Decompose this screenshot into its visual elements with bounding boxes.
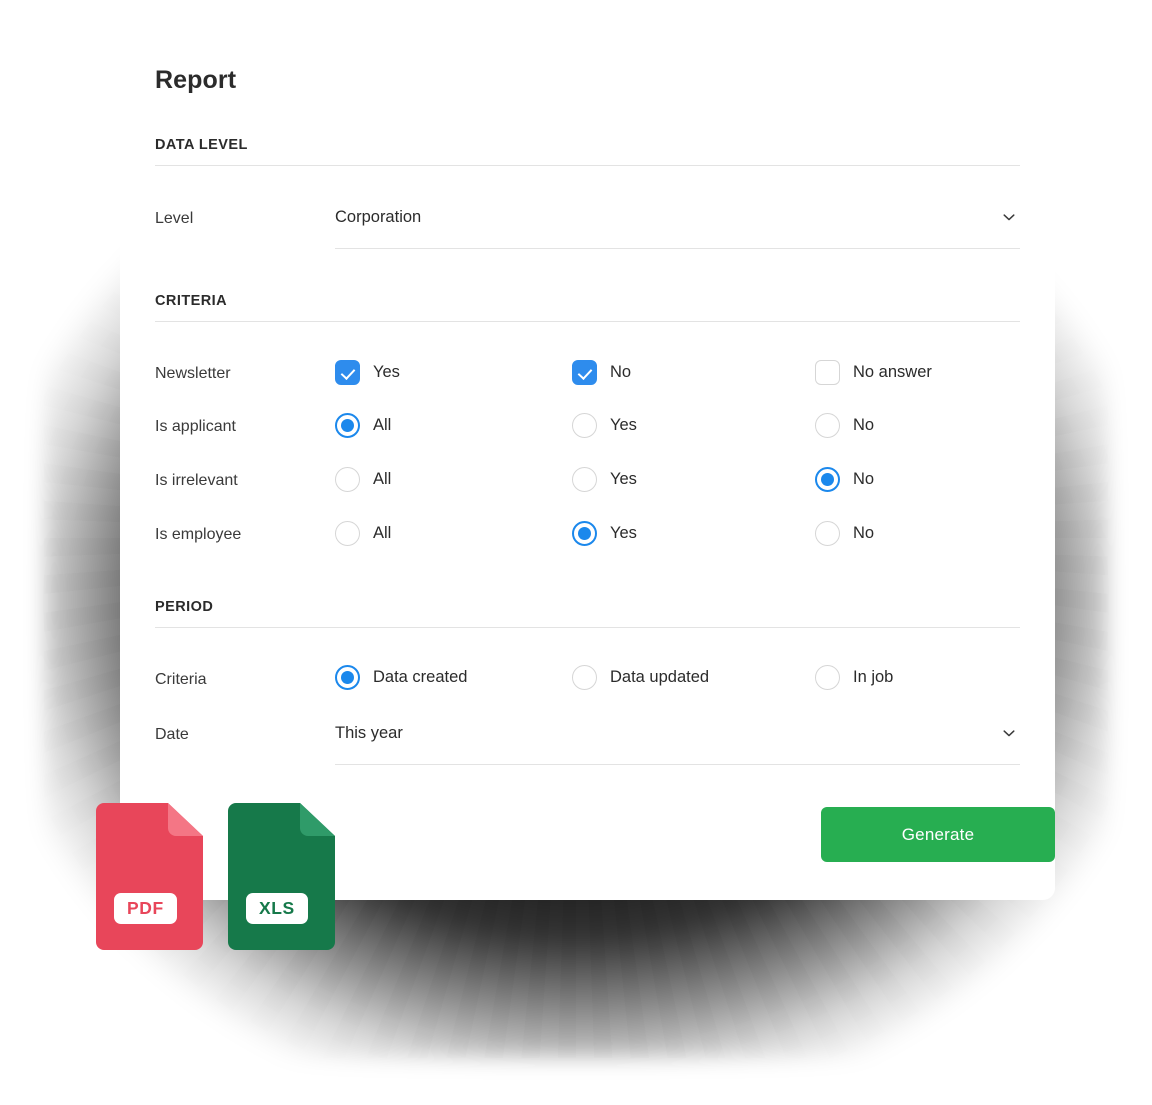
radio-selected-icon[interactable] — [335, 665, 360, 690]
radio-unselected-icon[interactable] — [815, 521, 840, 546]
period-criteria-option-data-updated-label: Data updated — [610, 668, 710, 687]
criteria-row-label-is-irrelevant: Is irrelevant — [155, 472, 238, 489]
section-divider-period — [155, 627, 1020, 628]
radio-unselected-icon[interactable] — [815, 413, 840, 438]
criteria-is-applicant-option-no[interactable]: No — [815, 413, 874, 438]
checkbox-unchecked-icon[interactable] — [815, 360, 840, 385]
report-card: Report DATA LEVEL Level Corporation CRIT… — [120, 32, 1055, 900]
criteria-is-employee-option-all[interactable]: All — [335, 521, 391, 546]
period-criteria-option-data-created[interactable]: Data created — [335, 665, 467, 690]
period-criteria-option-data-created-label: Data created — [373, 668, 468, 687]
radio-unselected-icon[interactable] — [335, 467, 360, 492]
criteria-row-label-is-applicant: Is applicant — [155, 418, 236, 435]
section-header-data-level-label: DATA LEVEL — [155, 137, 248, 153]
criteria-newsletter-option-no-label: No — [610, 363, 632, 382]
chevron-down-icon — [1001, 209, 1017, 225]
section-divider-criteria — [155, 321, 1020, 322]
date-select[interactable]: This year — [335, 724, 1020, 768]
criteria-is-irrelevant-option-all[interactable]: All — [335, 467, 391, 492]
criteria-is-employee-option-yes-label: Yes — [610, 524, 637, 543]
page-title: Report — [155, 66, 237, 94]
pdf-file-tag: PDF — [114, 892, 177, 924]
checkbox-checked-icon[interactable] — [335, 360, 360, 385]
chevron-down-icon — [1001, 725, 1017, 741]
criteria-newsletter-option-yes[interactable]: Yes — [335, 360, 400, 385]
criteria-row-label-is-employee: Is employee — [155, 526, 242, 543]
criteria-row-label-newsletter: Newsletter — [155, 365, 231, 382]
radio-selected-icon[interactable] — [335, 413, 360, 438]
level-select-underline — [335, 248, 1020, 249]
section-header-period-label: PERIOD — [155, 599, 214, 615]
radio-unselected-icon[interactable] — [572, 665, 597, 690]
criteria-newsletter-option-no-answer[interactable]: No answer — [815, 360, 932, 385]
criteria-is-employee-option-yes[interactable]: Yes — [572, 521, 637, 546]
period-criteria-option-in-job[interactable]: In job — [815, 665, 893, 690]
criteria-newsletter-option-no-answer-label: No answer — [853, 363, 932, 382]
section-header-criteria: CRITERIA — [155, 293, 1020, 322]
section-divider-data-level — [155, 165, 1020, 166]
date-select-value: This year — [335, 724, 403, 742]
criteria-is-employee-option-all-label: All — [373, 524, 392, 543]
criteria-newsletter-option-no[interactable]: No — [572, 360, 631, 385]
section-header-data-level: DATA LEVEL — [155, 137, 1020, 166]
criteria-is-employee-option-no-label: No — [853, 524, 875, 543]
criteria-is-applicant-option-yes-label: Yes — [610, 416, 637, 435]
criteria-is-applicant-option-yes[interactable]: Yes — [572, 413, 637, 438]
checkbox-checked-icon[interactable] — [572, 360, 597, 385]
criteria-is-applicant-option-all[interactable]: All — [335, 413, 391, 438]
criteria-is-employee-option-no[interactable]: No — [815, 521, 874, 546]
criteria-is-irrelevant-option-all-label: All — [373, 470, 392, 489]
date-select-underline — [335, 764, 1020, 765]
period-criteria-row-label: Criteria — [155, 671, 207, 688]
radio-selected-icon[interactable] — [815, 467, 840, 492]
pdf-file-icon[interactable]: PDF — [96, 803, 203, 950]
level-row-label: Level — [155, 210, 194, 227]
criteria-is-irrelevant-option-no-label: No — [853, 470, 875, 489]
period-criteria-option-in-job-label: In job — [853, 668, 894, 687]
period-criteria-option-data-updated[interactable]: Data updated — [572, 665, 709, 690]
section-header-criteria-label: CRITERIA — [155, 293, 228, 309]
criteria-is-irrelevant-option-no[interactable]: No — [815, 467, 874, 492]
radio-unselected-icon[interactable] — [335, 521, 360, 546]
date-row-label: Date — [155, 726, 189, 743]
level-select-value: Corporation — [335, 208, 422, 226]
section-header-period: PERIOD — [155, 599, 1020, 628]
radio-selected-icon[interactable] — [572, 521, 597, 546]
criteria-newsletter-option-yes-label: Yes — [373, 363, 400, 382]
criteria-is-applicant-option-all-label: All — [373, 416, 392, 435]
xls-file-tag: XLS — [246, 892, 308, 924]
radio-unselected-icon[interactable] — [572, 413, 597, 438]
radio-unselected-icon[interactable] — [815, 665, 840, 690]
criteria-is-irrelevant-option-yes-label: Yes — [610, 470, 637, 489]
criteria-is-applicant-option-no-label: No — [853, 416, 875, 435]
level-select[interactable]: Corporation — [335, 208, 1020, 252]
radio-unselected-icon[interactable] — [572, 467, 597, 492]
xls-file-icon[interactable]: XLS — [228, 803, 335, 950]
generate-button[interactable]: Generate — [821, 807, 1055, 862]
criteria-is-irrelevant-option-yes[interactable]: Yes — [572, 467, 637, 492]
